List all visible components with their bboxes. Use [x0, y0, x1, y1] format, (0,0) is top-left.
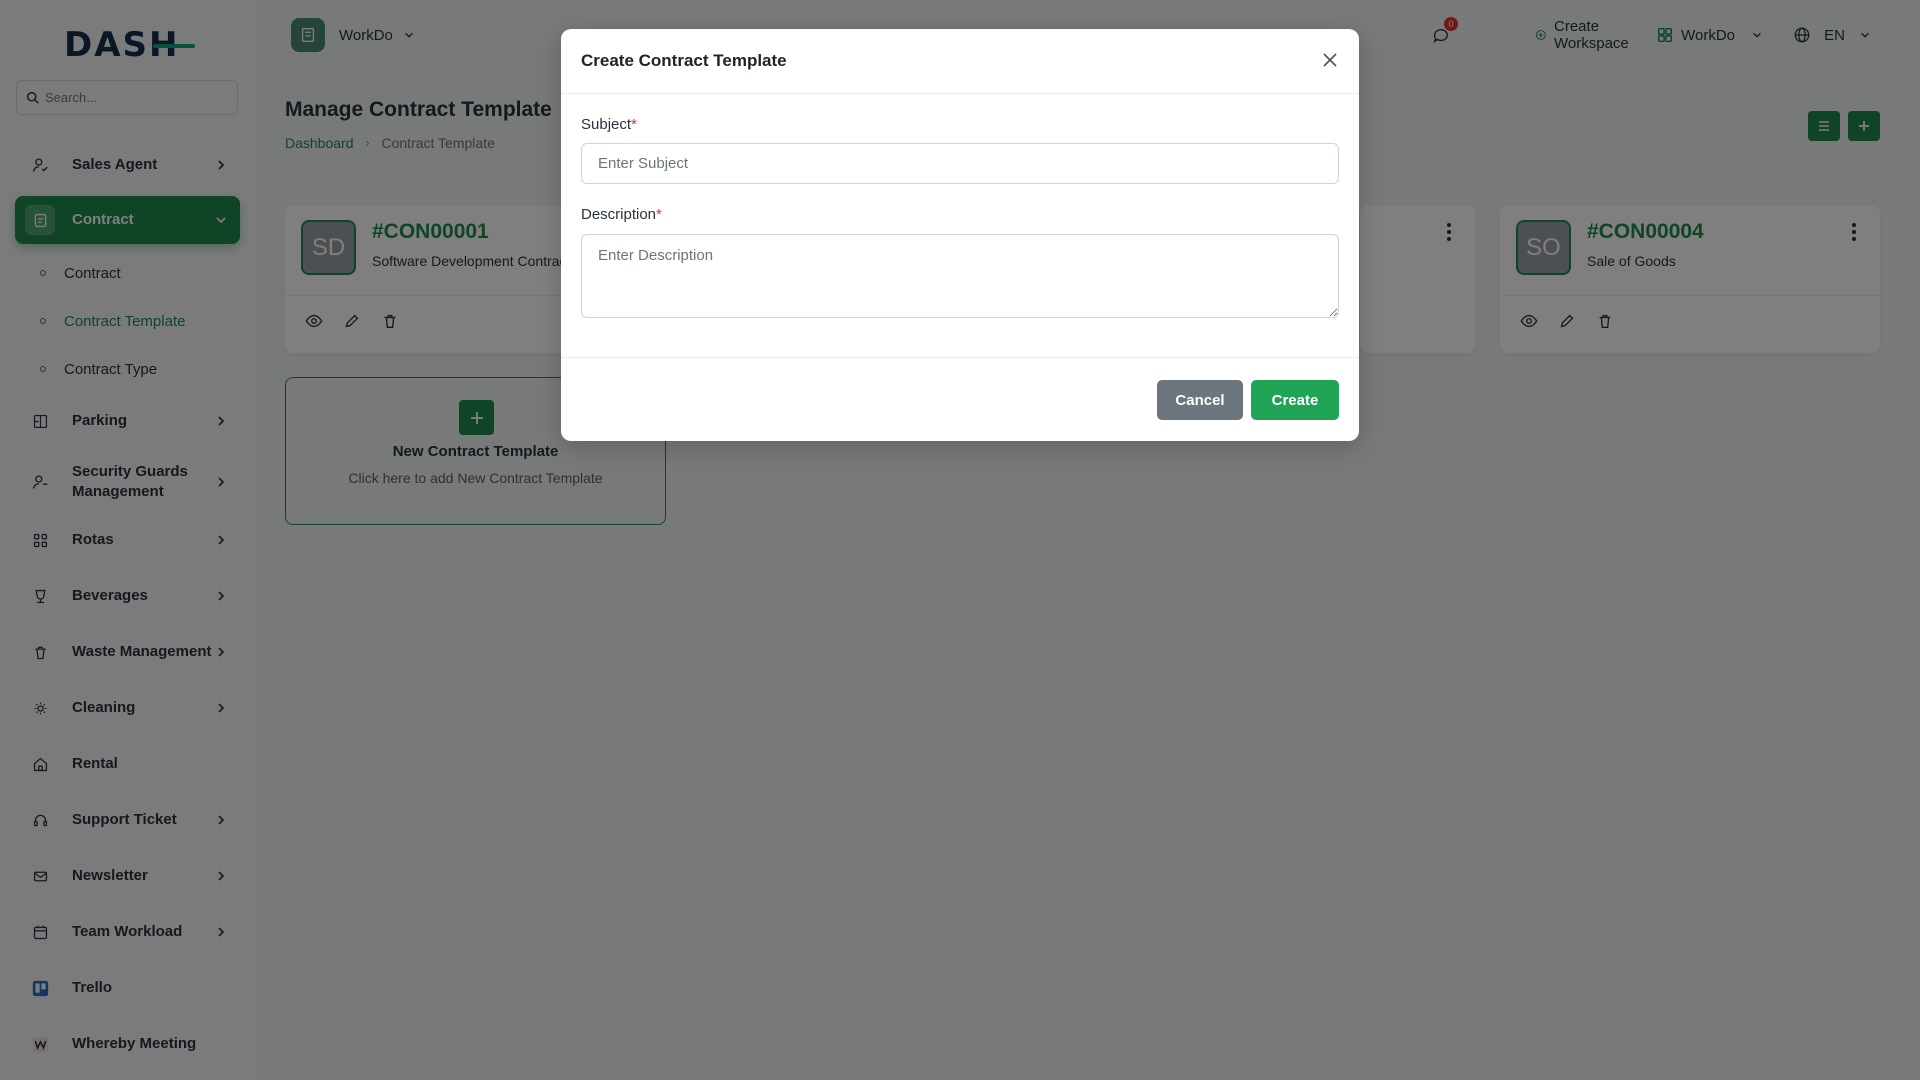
description-label: Description*	[581, 206, 662, 223]
cancel-button[interactable]: Cancel	[1157, 380, 1243, 420]
required-mark: *	[656, 206, 662, 223]
subject-input[interactable]	[581, 143, 1339, 184]
create-template-modal: Create Contract Template Subject* Descri…	[561, 29, 1359, 441]
close-icon	[1323, 53, 1337, 67]
modal-footer-divider	[561, 357, 1359, 358]
subject-label: Subject*	[581, 116, 637, 133]
modal-title: Create Contract Template	[581, 51, 787, 70]
modal-header: Create Contract Template	[561, 29, 1359, 94]
subject-label-text: Subject	[581, 116, 632, 133]
description-label-text: Description	[581, 206, 657, 223]
close-button[interactable]	[1319, 49, 1341, 71]
required-mark: *	[631, 116, 637, 133]
create-button[interactable]: Create	[1251, 380, 1339, 420]
description-textarea[interactable]	[581, 234, 1339, 318]
